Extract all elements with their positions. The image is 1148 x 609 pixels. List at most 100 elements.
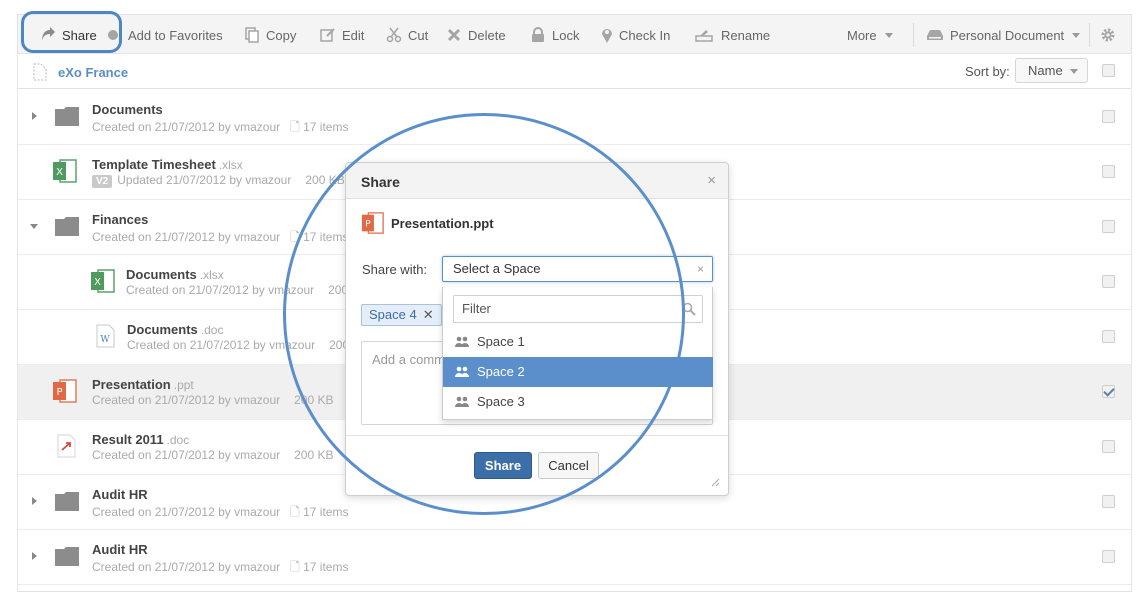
row-checkbox[interactable] bbox=[1102, 495, 1115, 508]
file-name[interactable]: Audit HR bbox=[92, 542, 148, 557]
settings-button[interactable] bbox=[1100, 15, 1116, 55]
share-dialog: Share × P Presentation.ppt Share with: S… bbox=[345, 162, 729, 496]
word-doc-icon: W bbox=[96, 324, 115, 348]
row-checkbox[interactable] bbox=[1102, 440, 1115, 453]
file-meta: Created on 21/07/2012 by vmazour 🗋 17 ite… bbox=[92, 505, 349, 519]
svg-text:X: X bbox=[94, 277, 101, 288]
expand-arrow-icon[interactable] bbox=[32, 552, 37, 560]
clear-select-icon[interactable]: × bbox=[697, 257, 704, 281]
resize-handle-icon[interactable] bbox=[710, 477, 720, 487]
file-meta: Created on 21/07/2012 by vmazour 🗋 17 ite… bbox=[92, 230, 349, 244]
expand-arrow-icon[interactable] bbox=[32, 497, 37, 505]
add-to-favorites-button[interactable]: Add to Favorites bbox=[108, 15, 223, 55]
file-meta: V2 Updated 21/07/2012 by vmazour 200 KB bbox=[92, 173, 345, 188]
delete-button[interactable]: Delete bbox=[446, 15, 506, 55]
more-menu-button[interactable]: More bbox=[847, 15, 893, 55]
list-header: eXo France Sort by: Name bbox=[17, 55, 1132, 89]
file-name[interactable]: Documents bbox=[92, 102, 163, 117]
file-meta: Created on 21/07/2012 by vmazour200 KB bbox=[126, 283, 368, 297]
rename-button[interactable]: Rename bbox=[695, 15, 770, 55]
file-name[interactable]: Documents .doc bbox=[127, 322, 223, 337]
file-meta: Created on 21/07/2012 by vmazour200 KB bbox=[127, 338, 369, 352]
chevron-down-icon bbox=[1070, 69, 1078, 74]
space-option[interactable]: Space 3 bbox=[443, 387, 713, 417]
sort-by-label: Sort by: bbox=[965, 64, 1010, 79]
sort-select[interactable]: Name bbox=[1015, 58, 1088, 83]
list-item[interactable]: Documents Created on 21/07/2012 by vmazo… bbox=[18, 90, 1131, 145]
excel-icon: X bbox=[91, 269, 115, 293]
share-with-label: Share with: bbox=[362, 262, 428, 277]
close-icon[interactable]: × bbox=[707, 172, 716, 189]
folder-icon bbox=[55, 217, 79, 236]
row-checkbox[interactable] bbox=[1102, 220, 1115, 233]
star-icon bbox=[108, 27, 118, 43]
lock-button[interactable]: Lock bbox=[530, 15, 579, 55]
breadcrumb[interactable]: eXo France bbox=[58, 65, 128, 80]
svg-text:X: X bbox=[56, 167, 63, 178]
space-dropdown: Filter Space 1 Space 2 Space 3 bbox=[442, 287, 713, 420]
group-icon bbox=[455, 336, 469, 347]
remove-tag-icon[interactable]: ✕ bbox=[423, 307, 434, 322]
powerpoint-icon: P bbox=[361, 212, 384, 234]
check-in-button[interactable]: Check In bbox=[601, 15, 670, 55]
edit-button[interactable]: Edit bbox=[320, 15, 364, 55]
delete-x-icon bbox=[446, 27, 462, 43]
share-arrow-icon bbox=[40, 27, 56, 43]
space-option-highlighted[interactable]: Space 2 bbox=[443, 357, 713, 387]
row-checkbox[interactable] bbox=[1102, 385, 1115, 398]
file-meta: Created on 21/07/2012 by vmazour 🗋 17 ite… bbox=[92, 560, 349, 574]
space-tag: Space 4 ✕ bbox=[361, 304, 442, 326]
dialog-footer: Share Cancel bbox=[346, 435, 728, 495]
edit-icon bbox=[320, 27, 336, 43]
row-checkbox[interactable] bbox=[1102, 550, 1115, 563]
personal-document-dropdown[interactable]: Personal Document bbox=[926, 15, 1081, 55]
dialog-header: Share × bbox=[346, 163, 728, 199]
row-checkbox[interactable] bbox=[1102, 330, 1115, 343]
gear-icon bbox=[1100, 27, 1116, 43]
search-icon bbox=[682, 302, 696, 316]
row-checkbox[interactable] bbox=[1102, 275, 1115, 288]
file-name[interactable]: Documents .xlsx bbox=[126, 267, 224, 282]
chevron-down-icon bbox=[1072, 32, 1081, 38]
cut-button[interactable]: Cut bbox=[386, 15, 428, 55]
expand-arrow-icon[interactable] bbox=[32, 112, 37, 120]
file-name[interactable]: Audit HR bbox=[92, 487, 148, 502]
file-meta: Created on 21/07/2012 by vmazour200 KB bbox=[92, 393, 334, 407]
select-all-checkbox[interactable] bbox=[1102, 64, 1115, 77]
row-checkbox[interactable] bbox=[1102, 165, 1115, 178]
group-icon bbox=[455, 396, 469, 407]
space-option[interactable]: Space 1 bbox=[443, 327, 713, 357]
drive-tree-icon bbox=[33, 63, 47, 81]
chevron-down-icon bbox=[884, 32, 893, 38]
folder-icon bbox=[55, 547, 79, 566]
version-badge: V2 bbox=[92, 175, 113, 188]
svg-text:P: P bbox=[365, 219, 371, 230]
collapse-arrow-icon[interactable] bbox=[30, 224, 38, 229]
rename-icon bbox=[695, 27, 713, 43]
drive-icon bbox=[926, 27, 944, 43]
file-meta: Created on 21/07/2012 by vmazour200 KB bbox=[92, 448, 334, 462]
share-submit-button[interactable]: Share bbox=[474, 452, 532, 479]
file-name[interactable]: Presentation .ppt bbox=[92, 377, 194, 392]
powerpoint-icon: P bbox=[53, 379, 77, 403]
cancel-button[interactable]: Cancel bbox=[538, 452, 599, 479]
row-checkbox[interactable] bbox=[1102, 110, 1115, 123]
file-name[interactable]: Finances bbox=[92, 212, 148, 227]
share-button[interactable]: Share bbox=[40, 15, 97, 55]
dialog-title: Share bbox=[361, 174, 400, 190]
copy-button[interactable]: Copy bbox=[244, 15, 296, 55]
file-name[interactable]: Template Timesheet .xlsx bbox=[92, 157, 243, 172]
copy-icon bbox=[244, 27, 260, 43]
filter-input[interactable]: Filter bbox=[453, 295, 703, 323]
excel-icon: X bbox=[53, 159, 77, 183]
toolbar-divider bbox=[1089, 23, 1090, 47]
file-name[interactable]: Result 2011 .doc bbox=[92, 432, 189, 447]
list-item[interactable]: Audit HR Created on 21/07/2012 by vmazou… bbox=[18, 530, 1131, 585]
lock-icon bbox=[530, 27, 546, 43]
space-select[interactable]: Select a Space × bbox=[442, 256, 713, 282]
document-name: Presentation.ppt bbox=[391, 215, 494, 231]
file-meta: Created on 21/07/2012 by vmazour 🗋 17 ite… bbox=[92, 120, 349, 134]
svg-text:W: W bbox=[100, 335, 110, 345]
scissors-icon bbox=[386, 27, 402, 43]
shared-document: P Presentation.ppt bbox=[361, 211, 494, 235]
